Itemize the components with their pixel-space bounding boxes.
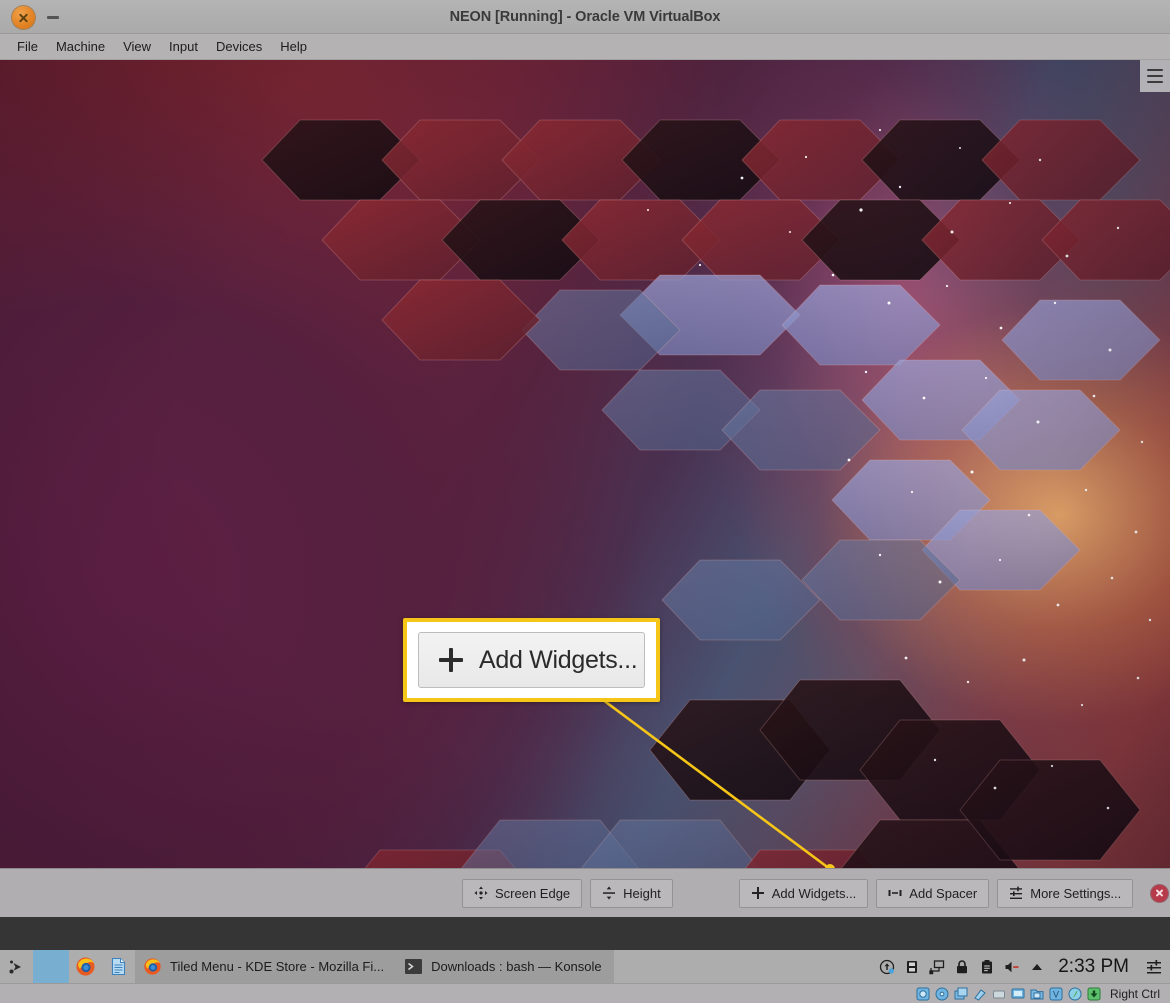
menu-item-machine[interactable]: Machine	[47, 36, 114, 57]
video-capture-icon[interactable]: V	[1049, 987, 1063, 1001]
callout-add-widgets-button[interactable]: Add Widgets...	[418, 632, 645, 688]
shared-folders-icon[interactable]	[1030, 987, 1044, 1001]
show-hidden-arrow-icon[interactable]	[1029, 959, 1045, 975]
menubar: File Machine View Input Devices Help	[0, 34, 1170, 60]
wallpaper-vignette	[0, 60, 1170, 868]
menu-item-file[interactable]: File	[8, 36, 47, 57]
more-settings-label: More Settings...	[1030, 885, 1122, 901]
desktop-dark-strip	[0, 917, 1170, 950]
system-update-icon[interactable]	[879, 959, 895, 975]
more-settings-button[interactable]: More Settings...	[997, 878, 1134, 908]
settings-sliders-icon	[1009, 886, 1023, 900]
taskbar-clock[interactable]: 2:33 PM	[1054, 956, 1137, 978]
lock-icon[interactable]	[954, 959, 970, 975]
move-arrows-icon	[474, 886, 488, 900]
add-spacer-label: Add Spacer	[909, 885, 978, 901]
menu-item-devices[interactable]: Devices	[207, 36, 271, 57]
virtualbox-status-bar: V Right Ctrl	[0, 983, 1170, 1003]
add-widgets-callout: Add Widgets...	[403, 618, 660, 702]
panel-config-left-group: Screen Edge Height	[462, 878, 673, 908]
add-spacer-button[interactable]: Add Spacer	[876, 878, 990, 908]
vm-desktop[interactable]: Add Widgets...	[0, 60, 1170, 868]
close-panel-config-button[interactable]	[1151, 884, 1169, 902]
firefox-icon[interactable]	[69, 950, 102, 983]
mouse-integration-icon[interactable]	[1068, 987, 1082, 1001]
panel-configuration-toolbar: Screen Edge Height Add Widgets... Add Sp…	[0, 868, 1170, 917]
virtualbox-window: NEON [Running] - Oracle VM VirtualBox Fi…	[0, 0, 1170, 1003]
text-document-icon[interactable]	[102, 950, 135, 983]
height-label: Height	[623, 885, 661, 901]
task-firefox[interactable]: Tiled Menu - KDE Store - Mozilla Fi...	[135, 950, 397, 983]
add-widgets-label: Add Widgets...	[771, 885, 857, 901]
screen-edge-button[interactable]: Screen Edge	[462, 878, 583, 908]
optical-disk-icon[interactable]	[935, 987, 949, 1001]
screen-edge-label: Screen Edge	[495, 885, 571, 901]
menu-item-help[interactable]: Help	[271, 36, 316, 57]
konsole-icon	[405, 959, 423, 974]
firefox-icon	[144, 958, 161, 975]
active-slot[interactable]	[33, 950, 69, 983]
host-key-icon[interactable]	[1087, 987, 1101, 1001]
height-button[interactable]: Height	[590, 878, 673, 908]
display-icon[interactable]	[1011, 987, 1025, 1001]
host-key-label: Right Ctrl	[1109, 986, 1160, 1001]
clipboard-icon[interactable]	[979, 959, 995, 975]
system-tray: 2:33 PM	[879, 950, 1170, 983]
application-launcher-icon[interactable]	[0, 950, 33, 983]
plus-icon	[751, 886, 765, 900]
volume-icon[interactable]	[1004, 959, 1020, 975]
svg-text:V: V	[1053, 989, 1059, 999]
usb-device-icon[interactable]	[904, 959, 920, 975]
spacer-icon	[888, 886, 902, 900]
panel-config-right-group: Add Widgets... Add Spacer More Settings.…	[738, 878, 1169, 908]
task-firefox-title: Tiled Menu - KDE Store - Mozilla Fi...	[170, 959, 385, 974]
taskbar-tasks: Tiled Menu - KDE Store - Mozilla Fi... D…	[135, 950, 614, 983]
kde-taskbar: Tiled Menu - KDE Store - Mozilla Fi... D…	[0, 950, 1170, 983]
plus-icon	[439, 648, 463, 672]
audio-icon[interactable]	[973, 987, 987, 1001]
callout-add-widgets-label: Add Widgets...	[479, 645, 638, 674]
floppy-icon[interactable]	[954, 987, 968, 1001]
hard-disk-icon[interactable]	[916, 987, 930, 1001]
task-konsole[interactable]: Downloads : bash — Konsole	[396, 950, 614, 983]
menu-item-input[interactable]: Input	[160, 36, 207, 57]
hamburger-menu-icon[interactable]	[1140, 60, 1170, 92]
window-title: NEON [Running] - Oracle VM VirtualBox	[449, 9, 721, 25]
network-adapter-icon[interactable]	[992, 987, 1006, 1001]
window-titlebar: NEON [Running] - Oracle VM VirtualBox	[0, 0, 1170, 34]
menu-item-view[interactable]: View	[114, 36, 160, 57]
taskbar-launchers	[0, 950, 135, 983]
vertical-resize-icon	[602, 886, 616, 900]
panel-settings-icon[interactable]	[1146, 959, 1162, 975]
network-icon[interactable]	[929, 959, 945, 975]
task-konsole-title: Downloads : bash — Konsole	[431, 959, 602, 974]
add-widgets-button[interactable]: Add Widgets...	[738, 878, 869, 908]
